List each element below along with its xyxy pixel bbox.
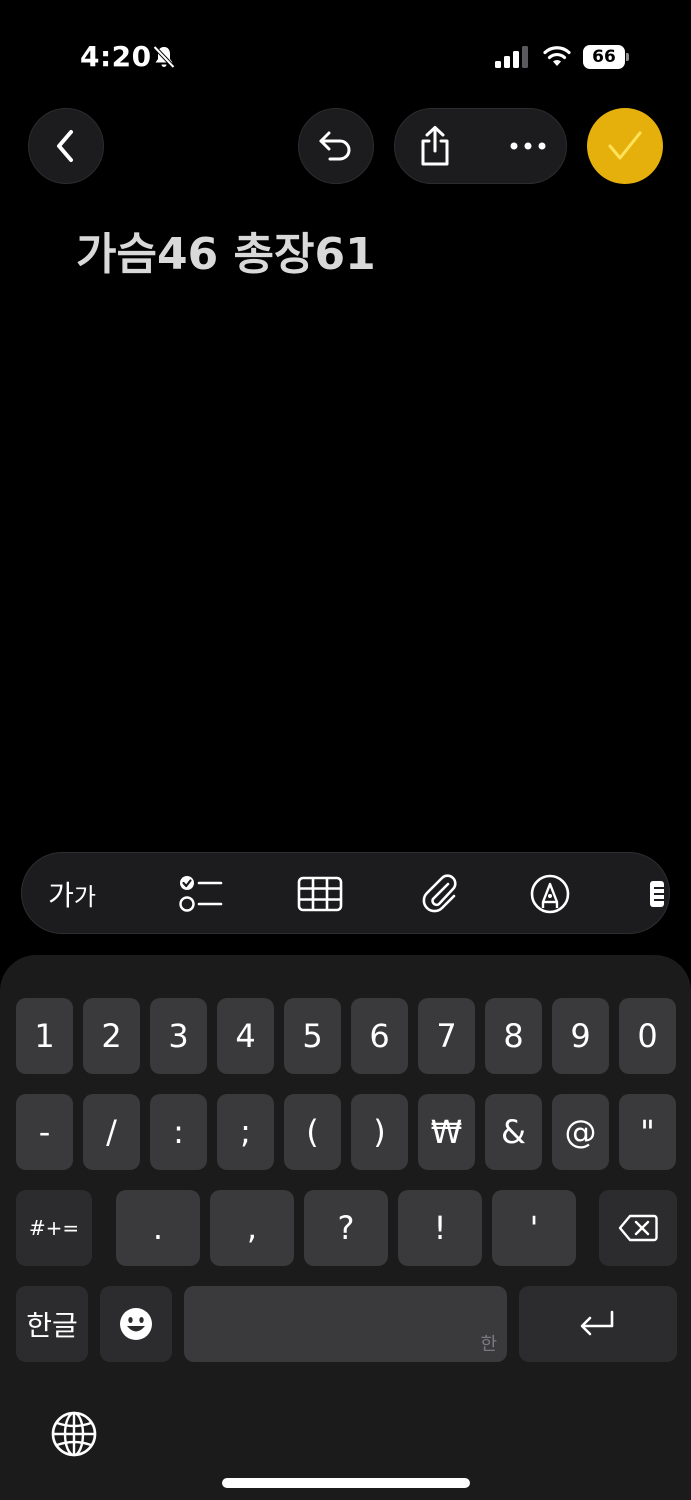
attachment-button[interactable] [410,853,470,933]
key-9[interactable]: 9 [552,998,609,1074]
paperclip-icon [422,874,457,913]
key-2[interactable]: 2 [83,998,140,1074]
key-colon[interactable]: : [150,1094,207,1170]
key-ampersand[interactable]: & [485,1094,542,1170]
back-button[interactable] [28,108,104,184]
return-icon [580,1310,614,1336]
delete-key[interactable] [599,1190,677,1266]
key-won[interactable]: ₩ [418,1094,475,1170]
return-key[interactable] [519,1286,677,1362]
key-comma[interactable]: , [210,1190,294,1266]
emoji-icon [120,1308,152,1340]
key-3[interactable]: 3 [150,998,207,1074]
key-8[interactable]: 8 [485,998,542,1074]
battery-level: 66 [583,45,625,69]
more-tools-icon [650,881,664,907]
text-format-small: 가 [73,882,96,911]
key-close-paren[interactable]: ) [351,1094,408,1170]
cellular-signal-icon [495,46,528,68]
key-4[interactable]: 4 [217,998,274,1074]
key-quote[interactable]: " [619,1094,676,1170]
chevron-left-icon [57,130,73,162]
markup-button[interactable] [520,853,580,933]
wifi-icon [543,46,571,66]
symbols-key[interactable]: #+= [16,1190,92,1266]
key-question[interactable]: ? [304,1190,388,1266]
key-semicolon[interactable]: ; [217,1094,274,1170]
key-1[interactable]: 1 [16,998,73,1074]
format-toolbar: 가가 [21,852,670,934]
checklist-button[interactable] [170,853,230,933]
table-button[interactable] [290,853,350,933]
bell-slash-icon [153,45,175,69]
key-7[interactable]: 7 [418,998,475,1074]
done-button[interactable] [587,108,663,184]
note-body-text[interactable]: 가슴46 총장61 [76,218,376,282]
battery-icon: 66 [583,45,629,69]
more-icon[interactable] [508,136,548,156]
key-slash[interactable]: / [83,1094,140,1170]
delete-icon [618,1214,658,1242]
key-6[interactable]: 6 [351,998,408,1074]
language-key[interactable]: 한글 [16,1286,88,1362]
checklist-icon [179,876,223,912]
text-format-large: 가 [48,879,74,912]
globe-icon[interactable] [50,1410,98,1458]
undo-button[interactable] [298,108,374,184]
key-exclamation[interactable]: ! [398,1190,482,1266]
key-hyphen[interactable]: - [16,1094,73,1170]
status-time: 4:20 [80,40,152,73]
share-icon[interactable] [415,125,455,167]
key-at[interactable]: @ [552,1094,609,1170]
emoji-key[interactable] [100,1286,172,1362]
key-5[interactable]: 5 [284,998,341,1074]
text-format-button[interactable]: 가가 [42,853,102,933]
action-pill [394,108,567,184]
undo-icon [319,131,351,161]
more-tools-button[interactable] [648,853,669,933]
markup-pen-icon [530,874,570,914]
space-bar[interactable]: 한 [184,1286,507,1362]
checkmark-icon [608,131,642,160]
key-open-paren[interactable]: ( [284,1094,341,1170]
table-icon [297,876,343,912]
key-period[interactable]: . [116,1190,200,1266]
key-0[interactable]: 0 [619,998,676,1074]
space-hint: 한 [480,1334,497,1355]
key-apostrophe[interactable]: ' [492,1190,576,1266]
home-indicator [222,1478,470,1488]
